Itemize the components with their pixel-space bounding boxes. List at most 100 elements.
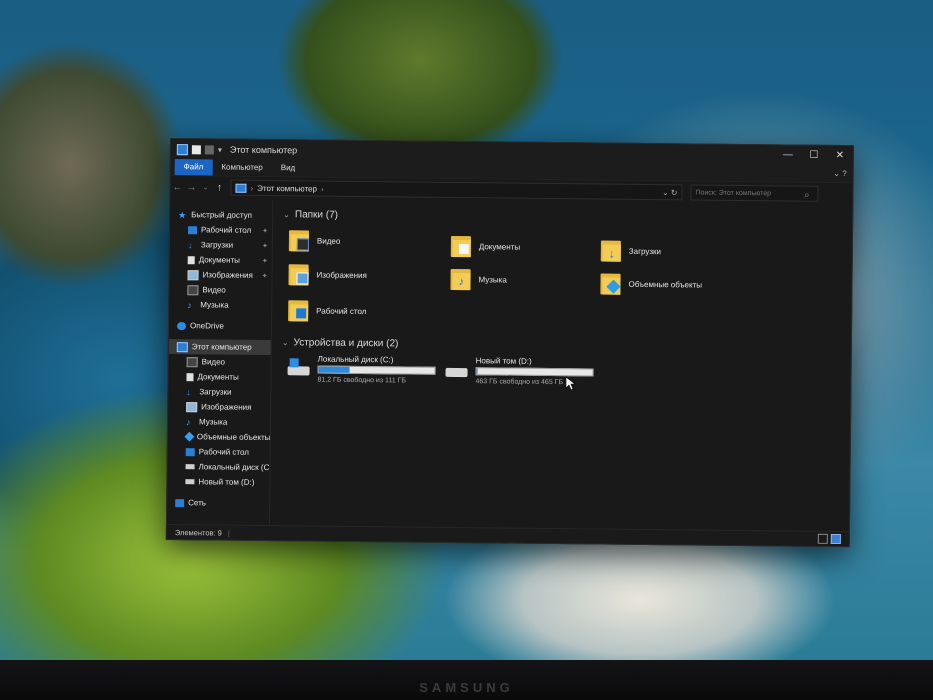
folder-icon [288,228,311,252]
window-title: Этот компьютер [229,144,298,156]
forward-arrow-icon[interactable]: → [184,182,198,193]
sidebar-item-videos[interactable]: Видео [169,282,271,298]
desktop-icon [185,447,195,456]
folder-label: Рабочий стол [316,306,367,316]
sidebar-item-drive-d[interactable]: Новый том (D:) [167,474,269,490]
drive-c-icon [287,358,311,378]
ribbon-expand-and-help[interactable]: ⌄ ? [833,166,847,182]
up-arrow-icon[interactable]: ↑ [212,182,226,193]
folder-pictures[interactable]: Изображения [288,262,367,287]
breadcrumb-chevron-icon[interactable]: › [321,184,324,193]
folders-group-title: Папки (7) [294,208,339,221]
navigation-pane[interactable]: ★ Быстрый доступ Рабочий стол ✦ ↓ Загруз… [166,199,274,527]
star-icon: ★ [178,209,187,220]
music-note-icon: ♪ [187,299,192,310]
desktop-icon [187,225,198,234]
refresh-icon[interactable]: ↻ [671,188,678,197]
address-actions: ⌄ ↻ [662,188,681,197]
drive-d-icon [445,360,469,380]
sidebar-item-drive-c[interactable]: Локальный диск (C [167,459,269,475]
back-arrow-icon[interactable]: ← [170,182,184,193]
tab-view[interactable]: Вид [272,160,305,176]
folder-label: Изображения [316,270,367,280]
content-area: ★ Быстрый доступ Рабочий стол ✦ ↓ Загруз… [166,199,852,532]
sidebar-item-pictures[interactable]: Изображения ✦ [169,267,271,283]
details-view-icon[interactable] [817,533,828,544]
tab-file[interactable]: Файл [174,159,213,176]
breadcrumb-separator-icon[interactable]: › [250,183,253,192]
folder-music[interactable]: ♪ Музыка [450,267,507,292]
recent-locations-chevron-icon[interactable]: ⌄ [198,183,212,191]
video-icon [187,284,199,295]
sidebar-item-label: Видео [202,285,226,295]
folder-videos[interactable]: Видео [288,228,341,253]
sidebar-item-documents[interactable]: Документы ✦ [170,252,272,268]
address-dropdown-icon[interactable]: ⌄ [662,188,669,197]
folder-label: Музыка [478,274,507,285]
drive-c[interactable]: Локальный диск (C:) 81,2 ГБ свободно из … [287,354,436,385]
sidebar-item-label: Локальный диск (C [198,462,270,473]
sidebar-item-label: Изображения [202,270,253,280]
video-icon [186,356,198,367]
folder-downloads[interactable]: ↓ Загрузки [600,239,661,264]
status-separator: | [227,528,230,538]
breadcrumb-this-pc[interactable]: Этот компьютер [257,183,317,193]
folder-3d-objects[interactable]: Объемные объекты [600,272,702,297]
explorer-window[interactable]: ▾ Этот компьютер — ☐ ✕ Файл Компьютер Ви… [165,138,854,548]
tab-computer[interactable]: Компьютер [212,159,272,176]
search-input[interactable]: Поиск: Этот компьютер ⌕ [690,184,819,202]
properties-icon[interactable] [191,144,201,154]
sidebar-item-pc-downloads[interactable]: ↓ Загрузки [168,384,270,400]
sidebar-item-pc-pictures[interactable]: Изображения [168,399,270,415]
sidebar-item-label: Музыка [198,417,228,427]
sidebar-item-label: Видео [201,357,226,367]
pin-icon: ✦ [261,257,268,265]
address-bar[interactable]: › Этот компьютер › ⌄ ↻ [230,179,683,201]
sidebar-item-pc-music[interactable]: ♪ Музыка [168,414,270,430]
sidebar-item-label: Сеть [188,498,207,508]
folder-label: Видео [316,236,341,246]
folder-documents[interactable]: Документы [450,234,520,259]
close-button[interactable]: ✕ [827,146,853,166]
folder-icon: ♪ [450,267,472,291]
folder-desktop[interactable]: Рабочий стол [288,298,366,323]
sidebar-item-label: Объемные объекты [196,432,271,443]
sidebar-item-onedrive[interactable]: OneDrive [169,318,271,334]
drive-icon [185,479,195,485]
sidebar-item-label: Загрузки [199,387,232,397]
maximize-button[interactable]: ☐ [801,146,827,166]
sidebar-item-label: Быстрый доступ [191,210,253,220]
drives-group-title: Устройства и диски (2) [293,336,399,349]
sidebar-item-label: Изображения [201,402,252,412]
sidebar-item-downloads[interactable]: ↓ Загрузки ✦ [170,237,272,253]
sidebar-item-music[interactable]: ♪ Музыка [169,297,271,313]
pin-icon: ✦ [261,242,268,250]
this-pc-icon [176,143,188,155]
monitor-brand: SAMSUNG [419,680,514,695]
sidebar-item-label: Рабочий стол [198,447,249,457]
network-icon [175,498,185,507]
collapse-chevron-icon[interactable]: ⌄ [282,338,289,347]
window-controls: — ☐ ✕ [775,145,853,166]
sidebar-item-this-pc[interactable]: Этот компьютер [168,338,271,356]
view-switcher [817,533,849,545]
qat-dropdown-icon[interactable]: ▾ [218,145,222,154]
new-folder-icon[interactable] [204,144,214,154]
folder-icon [600,272,622,296]
sidebar-item-pc-3d-objects[interactable]: Объемные объекты [168,429,270,445]
drive-icon [185,464,195,470]
sidebar-item-pc-desktop[interactable]: Рабочий стол [168,444,270,460]
minimize-button[interactable]: — [775,145,801,165]
sidebar-item-network[interactable]: Сеть [167,495,269,511]
sidebar-item-quick-access[interactable]: ★ Быстрый доступ [170,207,272,223]
large-icons-view-icon[interactable] [830,533,841,545]
document-icon [187,255,195,264]
sidebar-item-pc-documents[interactable]: Документы [168,369,270,385]
drive-free-space: 81,2 ГБ свободно из 111 ГБ [317,376,407,385]
drive-info: Локальный диск (C:) 81,2 ГБ свободно из … [317,355,436,385]
sidebar-item-pc-videos[interactable]: Видео [169,354,271,370]
collapse-chevron-icon[interactable]: ⌄ [283,210,290,219]
sidebar-item-desktop[interactable]: Рабочий стол ✦ [170,222,272,238]
file-list-pane[interactable]: ⌄ Папки (7) Видео Документы ↓ Загрузки И… [270,200,852,532]
pictures-icon [186,401,198,412]
